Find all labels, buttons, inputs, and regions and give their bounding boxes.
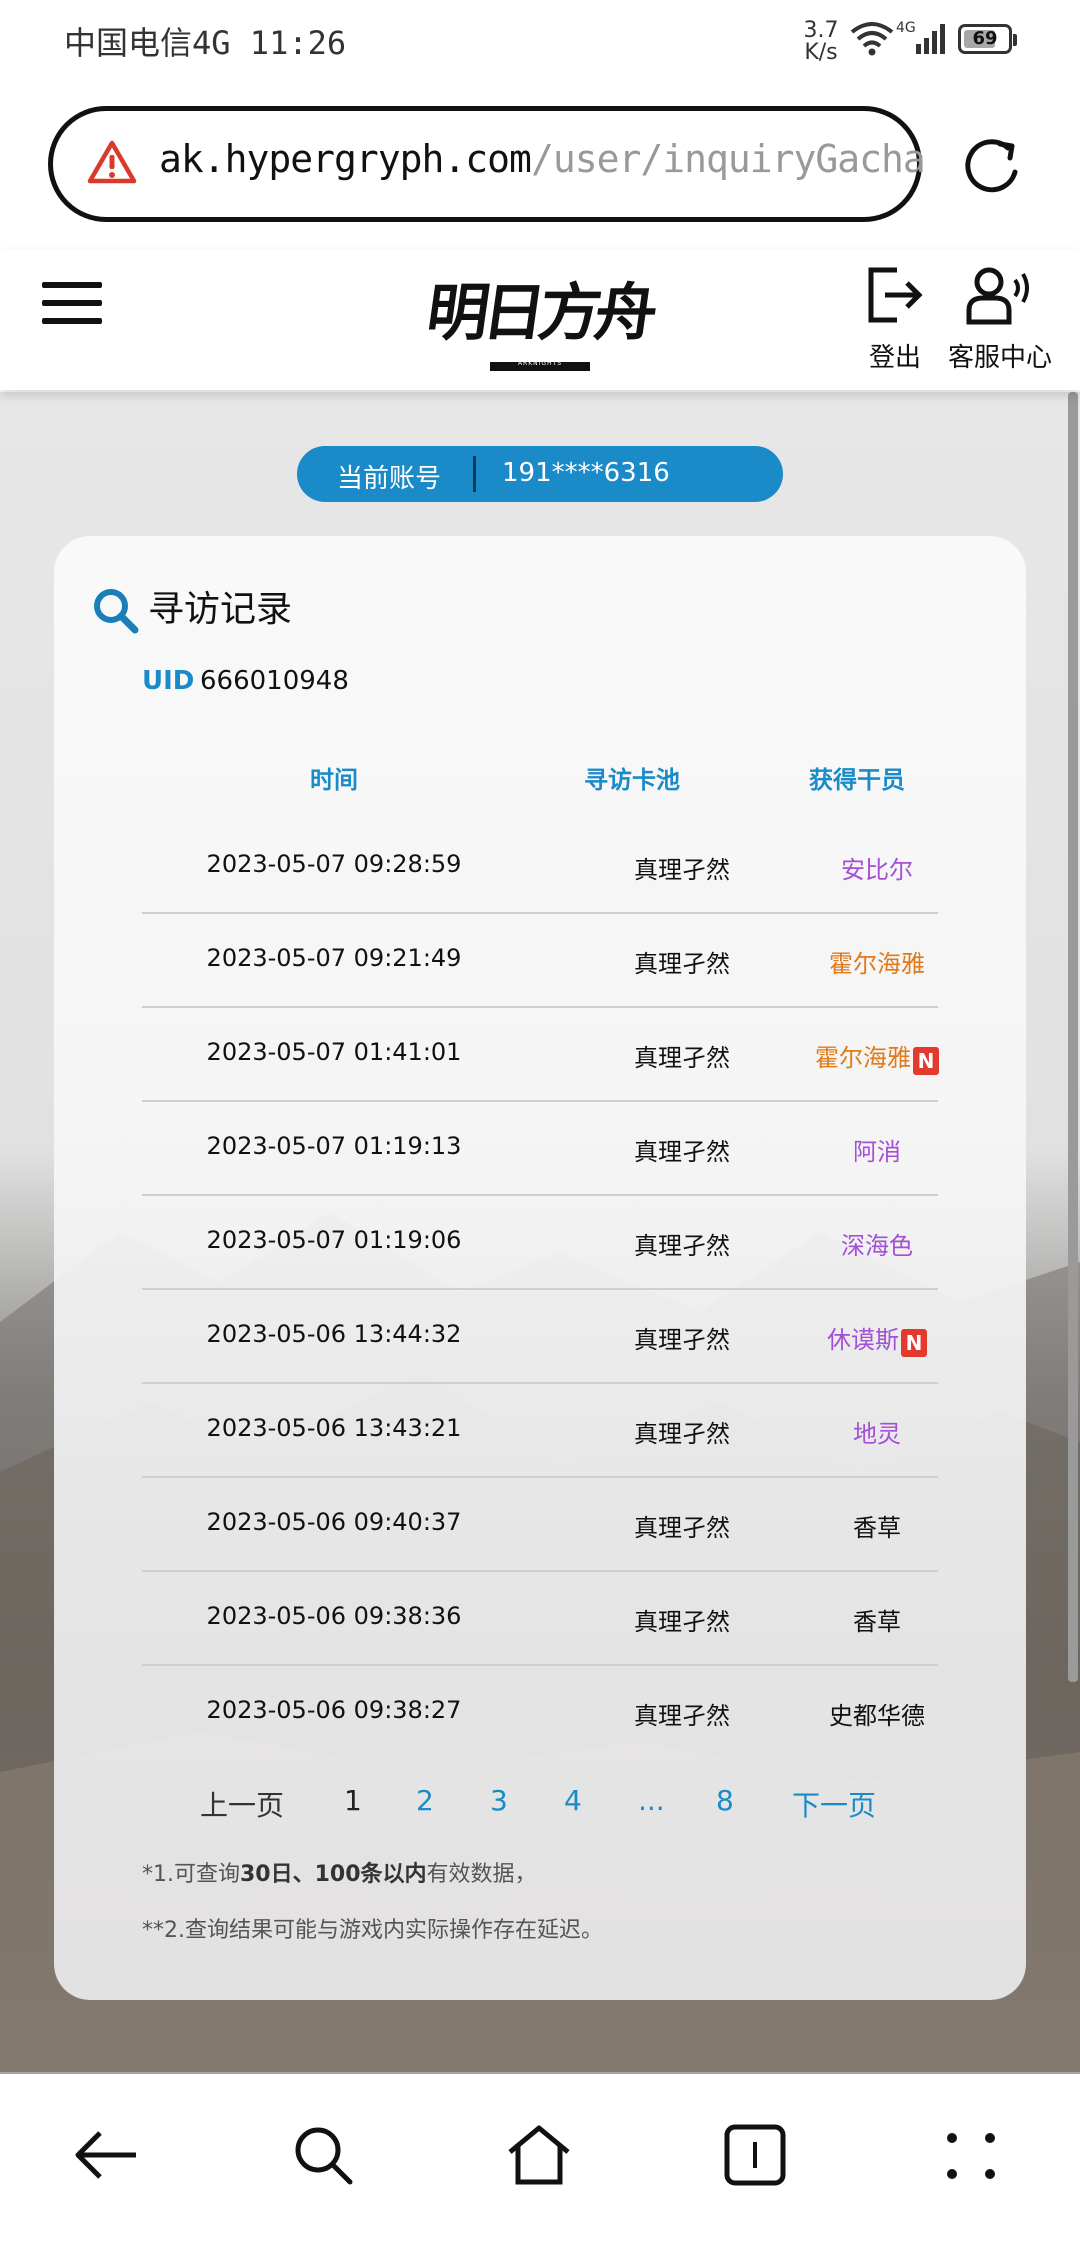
row-time: 2023-05-07 09:21:49 xyxy=(206,944,462,972)
status-bar: 中国电信4G 11:26 3.7 K/s 4G 69 xyxy=(0,0,1080,90)
menu-icon[interactable] xyxy=(42,282,102,328)
url-text[interactable]: ak.hypergryph.com/user/inquiryGacha xyxy=(159,137,926,181)
logout-icon xyxy=(868,267,923,323)
row-pool: 真理孑然 xyxy=(634,1420,730,1448)
page-1-button[interactable]: 1 xyxy=(344,1784,362,1817)
row-time: 2023-05-07 01:41:01 xyxy=(206,1038,462,1066)
row-time: 2023-05-06 13:44:32 xyxy=(206,1320,462,1348)
customer-service-button[interactable]: 客服中心 xyxy=(944,264,1056,374)
account-label: 当前账号 xyxy=(337,464,442,494)
column-header-pool: 寻访卡池 xyxy=(584,766,680,794)
row-pool: 真理孑然 xyxy=(634,1232,730,1260)
row-operator: 霍尔海雅 xyxy=(829,950,925,978)
back-icon[interactable] xyxy=(74,2122,140,2188)
row-time: 2023-05-06 09:38:36 xyxy=(206,1602,462,1630)
row-pool: 真理孑然 xyxy=(634,950,730,978)
row-pool: 真理孑然 xyxy=(634,1514,730,1542)
site-header: 明日方舟 ARKNIGHTS 登出 客服中心 xyxy=(0,250,1080,390)
row-time: 2023-05-06 13:43:21 xyxy=(206,1414,462,1442)
table-row: 2023-05-07 09:21:49 真理孑然 霍尔海雅 xyxy=(142,914,938,1008)
url-host: ak.hypergryph.com xyxy=(159,137,532,181)
row-time: 2023-05-06 09:38:27 xyxy=(206,1696,462,1724)
row-pool: 真理孑然 xyxy=(634,1608,730,1636)
page-scrollbar[interactable] xyxy=(1068,392,1078,1682)
network-type: 4G xyxy=(896,20,916,36)
row-operator: 地灵 xyxy=(853,1420,901,1448)
page-8-button[interactable]: 8 xyxy=(716,1784,734,1817)
more-icon[interactable] xyxy=(938,2122,1004,2188)
row-operator: 休谟斯 N xyxy=(792,1320,962,1357)
row-pool: 真理孑然 xyxy=(634,1702,730,1730)
carrier-time: 中国电信4G 11:26 xyxy=(64,24,347,62)
battery-level: 69 xyxy=(972,28,998,49)
customer-service-icon xyxy=(966,267,1029,325)
row-operator: 香草 xyxy=(853,1608,901,1636)
warning-icon[interactable] xyxy=(87,139,137,185)
records-title: 寻访记录 xyxy=(92,580,292,635)
tabs-icon[interactable] xyxy=(722,2122,788,2188)
wifi-icon xyxy=(850,22,894,56)
row-pool: 真理孑然 xyxy=(634,1326,730,1354)
page-4-button[interactable]: 4 xyxy=(564,1784,582,1817)
search-icon[interactable] xyxy=(290,2122,356,2188)
page-2-button[interactable]: 2 xyxy=(416,1784,434,1817)
table-row: 2023-05-07 01:19:13 真理孑然 阿消 xyxy=(142,1102,938,1196)
row-pool: 真理孑然 xyxy=(634,1138,730,1166)
row-time: 2023-05-06 09:40:37 xyxy=(206,1508,462,1536)
network-speed: 3.7 K/s xyxy=(803,18,839,65)
row-operator: 史都华德 xyxy=(829,1702,925,1730)
new-badge: N xyxy=(913,1047,939,1075)
next-page-button[interactable]: 下一页 xyxy=(792,1784,876,1824)
row-operator: 霍尔海雅 N xyxy=(792,1038,962,1075)
page-ellipsis: ... xyxy=(638,1784,665,1817)
note-2: **2.查询结果可能与游戏内实际操作存在延迟。 xyxy=(142,1918,603,1943)
column-header-operator: 获得干员 xyxy=(809,766,905,794)
table-row: 2023-05-07 01:41:01 真理孑然 霍尔海雅 N xyxy=(142,1008,939,1102)
uid-label: UID xyxy=(142,666,195,696)
current-account-badge: 当前账号 191****6316 xyxy=(297,446,783,502)
row-time: 2023-05-07 09:28:59 xyxy=(206,850,462,878)
table-row: 2023-05-06 09:38:27 真理孑然 史都华德 xyxy=(142,1666,938,1760)
reload-icon[interactable] xyxy=(960,134,1026,200)
new-badge: N xyxy=(901,1329,927,1357)
prev-page-button[interactable]: 上一页 xyxy=(200,1784,284,1824)
browser-bottom-bar xyxy=(0,2074,1080,2244)
row-operator: 安比尔 xyxy=(841,856,913,884)
table-row: 2023-05-06 13:43:21 真理孑然 地灵 xyxy=(142,1384,938,1478)
row-operator: 深海色 xyxy=(841,1232,913,1260)
row-time: 2023-05-07 01:19:06 xyxy=(206,1226,462,1254)
row-pool: 真理孑然 xyxy=(634,856,730,884)
table-row: 2023-05-06 09:40:37 真理孑然 香草 xyxy=(142,1478,938,1572)
search-icon xyxy=(94,589,139,634)
row-pool: 真理孑然 xyxy=(634,1044,730,1072)
signal-icon xyxy=(916,24,945,54)
table-row: 2023-05-07 01:19:06 真理孑然 深海色 xyxy=(142,1196,938,1290)
url-path: /user/inquiryGacha xyxy=(530,137,926,181)
table-row: 2023-05-06 09:38:36 真理孑然 香草 xyxy=(142,1572,938,1666)
account-value: 191****6316 xyxy=(502,458,670,488)
column-header-time: 时间 xyxy=(310,766,358,794)
home-icon[interactable] xyxy=(506,2122,572,2188)
table-row: 2023-05-06 13:44:32 真理孑然 休谟斯 N xyxy=(142,1290,938,1384)
battery-icon: 69 xyxy=(958,24,1017,54)
table-row: 2023-05-07 09:28:59 真理孑然 安比尔 xyxy=(142,820,938,914)
page-3-button[interactable]: 3 xyxy=(490,1784,508,1817)
address-bar[interactable]: ak.hypergryph.com/user/inquiryGacha xyxy=(48,106,926,222)
logout-button[interactable]: 登出 xyxy=(860,264,930,374)
row-time: 2023-05-07 01:19:13 xyxy=(206,1132,462,1160)
uid-value: 666010948 xyxy=(200,666,349,696)
arknights-logo[interactable]: 明日方舟 ARKNIGHTS xyxy=(420,262,660,382)
row-operator: 阿消 xyxy=(853,1138,901,1166)
row-operator: 香草 xyxy=(853,1514,901,1542)
note-1: *1.可查询30日、100条以内有效数据， xyxy=(142,1862,537,1887)
